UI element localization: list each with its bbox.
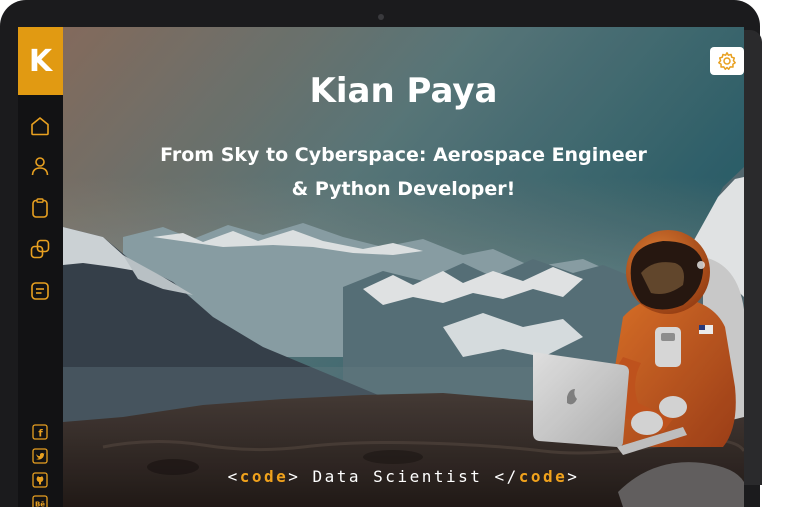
- gear-icon: [718, 52, 736, 70]
- contact-icon: [31, 282, 49, 300]
- tagline-line-2: & Python Developer!: [291, 178, 516, 200]
- screen: K f Bē Kian Paya From Sky to Cyberspace:…: [18, 27, 744, 507]
- code-open-right: >: [288, 467, 301, 486]
- code-close-left: </: [494, 467, 519, 486]
- code-open-keyword: code: [239, 467, 289, 486]
- code-close-keyword: code: [518, 467, 568, 486]
- svg-text:f: f: [38, 429, 43, 440]
- social-facebook[interactable]: f: [32, 424, 48, 440]
- social-twitter[interactable]: [32, 448, 48, 464]
- github-icon: [32, 472, 48, 488]
- nav-about[interactable]: [28, 154, 52, 178]
- facebook-icon: f: [32, 424, 48, 440]
- behance-icon: Bē: [32, 495, 48, 507]
- social-behance[interactable]: Bē: [32, 495, 48, 507]
- tagline: From Sky to Cyberspace: Aerospace Engine…: [148, 138, 659, 206]
- nav-home[interactable]: [28, 114, 52, 138]
- home-icon: [31, 117, 49, 136]
- code-open-left: <: [227, 467, 240, 486]
- social-github[interactable]: [32, 472, 48, 488]
- logo[interactable]: K: [18, 27, 63, 95]
- nav-portfolio[interactable]: [28, 237, 52, 261]
- role-text: Data Scientist: [300, 467, 495, 486]
- tagline-line-1: From Sky to Cyberspace: Aerospace Engine…: [160, 144, 647, 166]
- webcam: [378, 14, 384, 20]
- sidebar: K f Bē: [18, 27, 63, 507]
- svg-text:Bē: Bē: [35, 501, 45, 507]
- clipboard-icon: [32, 198, 48, 218]
- code-close-right: >: [567, 467, 580, 486]
- twitter-icon: [32, 448, 48, 464]
- role-code-line: <code> Data Scientist </code>: [63, 467, 744, 486]
- portfolio-icon: [30, 239, 50, 259]
- nav-resume[interactable]: [28, 196, 52, 220]
- settings-button[interactable]: [710, 47, 744, 75]
- user-icon: [31, 157, 49, 176]
- laptop-edge: [744, 30, 762, 485]
- page-title: Kian Paya: [309, 71, 498, 111]
- hero-section: Kian Paya From Sky to Cyberspace: Aerosp…: [63, 27, 744, 507]
- nav-contact[interactable]: [28, 279, 52, 303]
- logo-letter: K: [28, 43, 53, 79]
